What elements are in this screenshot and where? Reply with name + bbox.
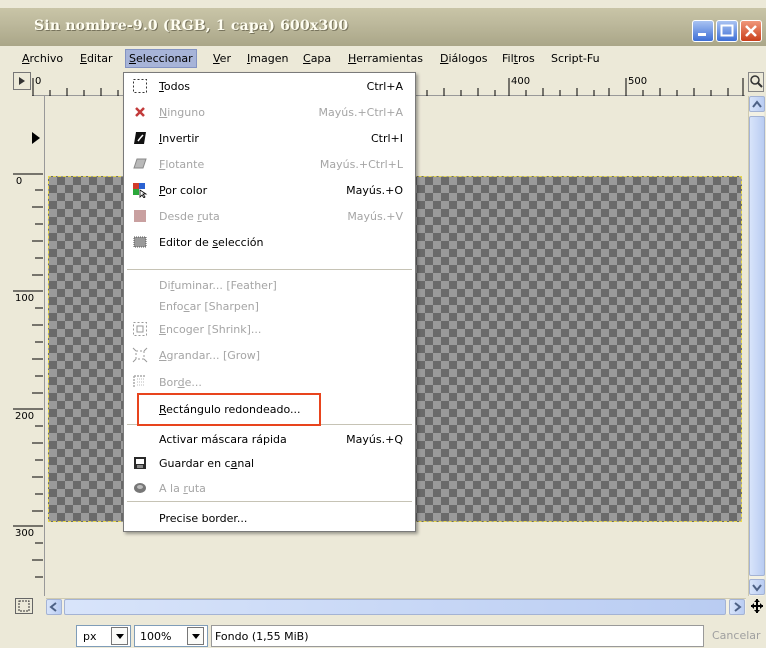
move-icon [751,599,763,613]
scroll-up-button[interactable] [749,96,765,112]
vertical-scrollbar[interactable] [748,96,765,596]
invert-selection-icon [134,132,146,144]
grow-selection-icon [132,347,148,363]
minimize-button[interactable] [692,20,714,42]
image-window: Sin nombre-9.0 (RGB, 1 capa) 600x300 Arc… [0,0,766,648]
close-icon [745,25,757,37]
image-menu-button[interactable] [13,72,31,90]
close-button[interactable] [740,20,762,42]
border-selection-icon [133,375,146,388]
menu-imagen[interactable]: Imagen [247,52,288,65]
menu-seleccionar[interactable]: Seleccionar [125,49,197,68]
chevron-down-icon [116,634,124,639]
shortcut-label: Mayús.+Ctrl+A [318,106,403,119]
menu-herramientas[interactable]: Herramientas [348,52,423,65]
menu-dialogos[interactable]: Diálogos [440,52,488,65]
menu-item-todos[interactable]: Todos Ctrl+A [124,73,415,99]
menu-item-por-color[interactable]: Por color Mayús.+O [124,177,415,203]
unit-select[interactable]: px [76,625,131,647]
menu-item-desde-ruta[interactable]: Desde ruta Mayús.+V [124,203,415,229]
save-to-channel-icon [134,457,146,469]
window-title: Sin nombre-9.0 (RGB, 1 capa) 600x300 [34,18,349,34]
scroll-right-button[interactable] [729,599,745,615]
shortcut-label: Mayús.+Ctrl+L [319,158,403,171]
menu-separator [127,269,412,270]
scroll-thumb[interactable] [749,116,765,576]
menu-separator [127,501,412,502]
float-selection-icon [133,158,147,169]
chevron-right-icon [734,602,742,612]
shortcut-label: Mayús.+O [346,184,403,197]
select-all-icon [133,79,147,93]
unit-value: px [83,630,97,643]
menu-item-borde[interactable]: Borde... [124,369,415,395]
shrink-selection-icon [133,322,147,336]
horizontal-scrollbar[interactable] [46,598,746,615]
minimize-icon [698,33,706,36]
maximize-icon [720,24,734,37]
menu-item-mascara-rapida[interactable]: Activar máscara rápida Mayús.+Q [124,426,415,452]
select-none-icon [135,107,145,117]
title-bar[interactable]: Sin nombre-9.0 (RGB, 1 capa) 600x300 [0,8,766,46]
shortcut-label: Mayús.+Q [346,433,403,446]
ruler-label: 100 [15,293,35,304]
chevron-left-icon [49,602,57,612]
menu-item-invertir[interactable]: Invertir Ctrl+I [124,125,415,151]
scroll-left-button[interactable] [46,599,62,615]
ruler-label: 300 [15,528,35,539]
cancel-button[interactable]: Cancelar [706,625,766,647]
menu-filtros[interactable]: Filtros [502,52,535,65]
quick-mask-toggle[interactable] [15,598,33,614]
menu-editar[interactable]: Editar [80,52,113,65]
select-by-color-icon [133,183,148,198]
magnifier-icon [750,75,763,88]
ruler-label: 0 [15,176,23,187]
menu-ver[interactable]: Ver [213,52,231,65]
menu-script-fu[interactable]: Script-Fu [551,52,600,65]
highlight-annotation [137,393,321,426]
menu-item-editor-seleccion[interactable]: Editor de selección [124,229,415,255]
select-menu: Todos Ctrl+A Ninguno Mayús.+Ctrl+A Inver… [123,72,416,532]
navigate-button[interactable] [750,598,764,614]
vertical-ruler: 0 100 200 300 [13,96,45,596]
menu-item-agrandar[interactable]: Agrandar... [Grow] [124,342,415,368]
ruler-label: 500 [628,76,648,87]
zoom-select[interactable]: 100% [134,625,208,647]
unit-dropdown-button[interactable] [111,627,128,645]
ruler-label: 0 [35,76,42,87]
maximize-button[interactable] [716,20,738,42]
zoom-value: 100% [140,630,172,643]
menubar: Archivo Editar Seleccionar Ver Imagen Ca… [0,46,766,71]
ruler-label: 200 [15,411,35,422]
selection-to-path-icon [134,483,146,493]
menu-item-ninguno[interactable]: Ninguno Mayús.+Ctrl+A [124,99,415,125]
menu-item-precise-border[interactable]: Precise border... [124,505,415,531]
menu-item-flotante[interactable]: Flotante Mayús.+Ctrl+L [124,151,415,177]
ruler-label: 400 [511,76,531,87]
menu-item-a-la-ruta[interactable]: A la ruta [124,475,415,501]
shortcut-label: Mayús.+V [347,210,403,223]
chevron-down-icon [752,584,762,592]
menu-item-encoger[interactable]: Encoger [Shrink]... [124,316,415,342]
menu-item-guardar-en-canal[interactable]: Guardar en canal [124,450,415,476]
zoom-dropdown-button[interactable] [187,627,204,645]
zoom-to-fit-button[interactable] [748,72,764,92]
chevron-up-icon [752,100,762,108]
status-message: Fondo (1,55 MiB) [211,625,704,647]
selection-editor-icon [133,236,147,248]
path-to-selection-icon [134,210,146,222]
scroll-down-button[interactable] [749,579,765,595]
menu-capa[interactable]: Capa [303,52,331,65]
chevron-down-icon [192,634,200,639]
shortcut-label: Ctrl+I [370,132,403,145]
scroll-thumb[interactable] [64,599,726,615]
quick-mask-icon [18,600,30,612]
arrow-right-icon [19,77,25,85]
menu-archivo[interactable]: Archivo [22,52,63,65]
shortcut-label: Ctrl+A [366,80,403,93]
